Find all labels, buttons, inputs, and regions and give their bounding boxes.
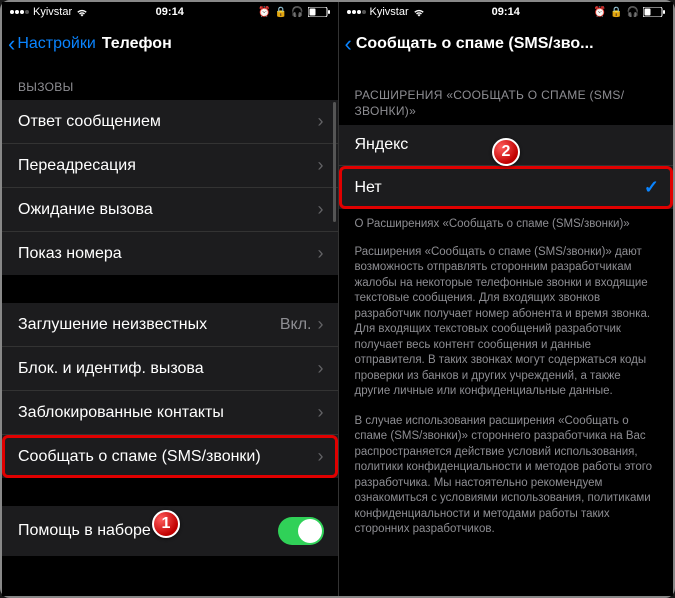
chevron-left-icon: ‹ [8, 33, 15, 55]
row-silence-unknown[interactable]: Заглушение неизвестных Вкл. › [2, 303, 338, 347]
alarm-icon: ⏰ [594, 7, 606, 18]
nav-bar: ‹ Сообщать о спаме (SMS/зво... [339, 22, 674, 66]
battery-icon [643, 7, 665, 17]
back-label: Настройки [17, 35, 95, 53]
nav-bar: ‹ Настройки Телефон [2, 22, 338, 66]
scroll-indicator [333, 102, 336, 222]
back-button[interactable]: ‹ Настройки [8, 33, 96, 55]
clock: 09:14 [492, 6, 520, 18]
signal-icon [347, 10, 366, 14]
annotation-badge-1: 1 [152, 510, 180, 538]
chevron-right-icon: › [318, 199, 324, 220]
headphones-icon: 🎧 [291, 7, 303, 18]
clock: 09:14 [156, 6, 184, 18]
about-extensions-label: О Расширениях «Сообщать о спаме (SMS/зво… [339, 209, 674, 237]
wifi-icon [76, 8, 88, 17]
chevron-right-icon: › [318, 155, 324, 176]
headphones-icon: 🎧 [627, 7, 639, 18]
wifi-icon [413, 8, 425, 17]
signal-icon [10, 10, 29, 14]
status-bar: Kyivstar 09:14 ⏰ 🔒 🎧 [2, 2, 338, 22]
page-title: Телефон [102, 35, 172, 53]
dial-assist-toggle[interactable] [278, 517, 324, 545]
description-paragraph-1: Расширения «Сообщать о спаме (SMS/звонки… [339, 237, 674, 404]
chevron-left-icon: ‹ [345, 33, 352, 55]
row-blocked-contacts[interactable]: Заблокированные контакты › [2, 391, 338, 435]
section-header-extensions: РАСШИРЕНИЯ «СООБЩАТЬ О СПАМЕ (SMS/ЗВОНКИ… [339, 66, 674, 125]
chevron-right-icon: › [318, 314, 324, 335]
row-report-spam[interactable]: Сообщать о спаме (SMS/звонки) › [2, 435, 338, 478]
screen-report-spam: Kyivstar 09:14 ⏰ 🔒 🎧 ‹ Сообщать о спаме … [338, 2, 674, 596]
row-show-caller-id[interactable]: Показ номера › [2, 232, 338, 275]
page-title: Сообщать о спаме (SMS/зво... [356, 35, 667, 53]
status-bar: Kyivstar 09:14 ⏰ 🔒 🎧 [339, 2, 674, 22]
checkmark-icon: ✓ [644, 177, 659, 198]
row-call-waiting[interactable]: Ожидание вызова › [2, 188, 338, 232]
chevron-right-icon: › [318, 358, 324, 379]
battery-icon [308, 7, 330, 17]
chevron-right-icon: › [318, 446, 324, 467]
row-call-blocking-id[interactable]: Блок. и идентиф. вызова › [2, 347, 338, 391]
row-option-none[interactable]: Нет ✓ [339, 166, 674, 209]
section-header-calls: ВЫЗОВЫ [2, 66, 338, 100]
annotation-badge-2: 2 [492, 138, 520, 166]
row-call-forwarding[interactable]: Переадресация › [2, 144, 338, 188]
chevron-right-icon: › [318, 111, 324, 132]
orientation-lock-icon: 🔒 [275, 7, 287, 18]
carrier-label: Kyivstar [370, 6, 409, 18]
alarm-icon: ⏰ [258, 7, 270, 18]
description-paragraph-2: В случае использования расширения «Сообщ… [339, 404, 674, 542]
group-calls: Ответ сообщением › Переадресация › Ожида… [2, 100, 338, 275]
row-respond-with-text[interactable]: Ответ сообщением › [2, 100, 338, 144]
orientation-lock-icon: 🔒 [610, 7, 622, 18]
chevron-right-icon: › [318, 243, 324, 264]
chevron-right-icon: › [318, 402, 324, 423]
back-button[interactable]: ‹ [345, 33, 352, 55]
group-identification: Заглушение неизвестных Вкл. › Блок. и ид… [2, 303, 338, 478]
carrier-label: Kyivstar [33, 6, 72, 18]
screen-phone-settings: Kyivstar 09:14 ⏰ 🔒 🎧 ‹ Настройки Телефон… [2, 2, 338, 596]
row-value: Вкл. [280, 316, 312, 334]
